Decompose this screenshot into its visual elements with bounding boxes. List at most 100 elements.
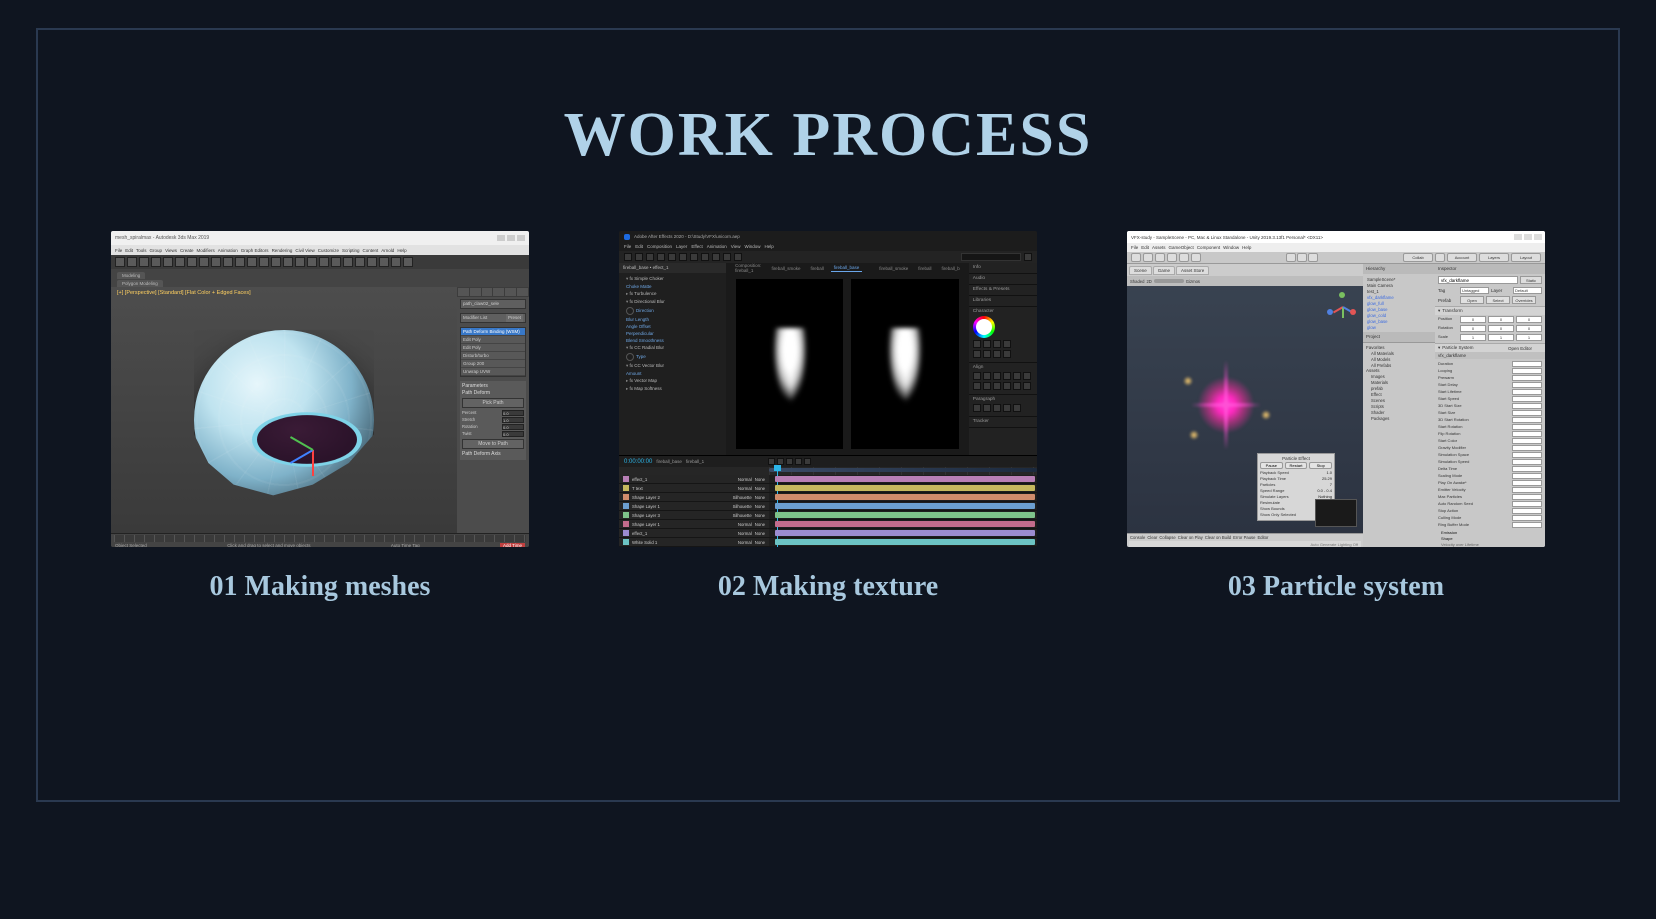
play-icon[interactable] xyxy=(768,458,775,465)
param-input[interactable] xyxy=(502,431,524,437)
move-to-path-button[interactable]: Move to Path xyxy=(462,439,524,449)
open-editor-button[interactable]: Open Editor xyxy=(1508,346,1542,351)
ps-property-input[interactable] xyxy=(1512,382,1542,388)
comp-tab[interactable]: fireball_b xyxy=(939,265,963,272)
ps-property-input[interactable] xyxy=(1512,424,1542,430)
menu-edit[interactable]: Edit xyxy=(125,248,133,253)
timeline-layer-row[interactable]: effect_1NormalNone xyxy=(619,529,1037,538)
char-icon[interactable] xyxy=(993,340,1001,348)
param-input[interactable] xyxy=(502,417,524,423)
ps-property-row[interactable]: Prewarm xyxy=(1438,374,1542,381)
tab-assetstore[interactable]: Asset Store xyxy=(1176,266,1209,275)
tool-icon[interactable] xyxy=(355,257,365,267)
ps-property-row[interactable]: Start Color xyxy=(1438,437,1542,444)
align-icon[interactable] xyxy=(1013,372,1021,380)
layer-mode[interactable]: Normal xyxy=(738,540,752,545)
tool-rotate-icon[interactable] xyxy=(1155,253,1165,262)
ps-property-row[interactable]: Duration xyxy=(1438,360,1542,367)
menu-effect[interactable]: Effect xyxy=(691,244,702,249)
scale-x-input[interactable]: 1 xyxy=(1460,334,1486,341)
align-icon[interactable] xyxy=(1023,382,1031,390)
tool-icon[interactable] xyxy=(723,253,731,261)
menu-modifiers[interactable]: Modifiers xyxy=(197,248,215,253)
timeline-tab[interactable]: fireball_1 xyxy=(686,459,704,464)
panel-align[interactable]: Align xyxy=(973,365,1033,370)
ps-property-input[interactable] xyxy=(1512,522,1542,528)
param-input[interactable] xyxy=(502,410,524,416)
timeline-layer-row[interactable]: Shape Layer 1SilhouetteNone xyxy=(619,502,1037,511)
menu-component[interactable]: Component xyxy=(1197,245,1220,250)
effect-item[interactable]: fx Simple Choker xyxy=(623,275,722,283)
inspector-label[interactable]: Inspector xyxy=(1435,264,1545,274)
menu-file[interactable]: File xyxy=(624,244,631,249)
param-input[interactable] xyxy=(502,424,524,430)
tool-icon[interactable] xyxy=(403,257,413,267)
add-key-button[interactable]: Add Time xyxy=(500,543,525,547)
tab-game[interactable]: Game xyxy=(1153,266,1175,275)
menu-help[interactable]: Help xyxy=(764,244,773,249)
effect-item[interactable]: fx Directional Blur xyxy=(623,298,722,306)
menu-layer[interactable]: Layer xyxy=(676,244,687,249)
project-tree[interactable]: Favorites All Materials All Models All P… xyxy=(1363,342,1435,547)
layer-mode[interactable]: Silhouette xyxy=(733,513,752,518)
char-icon[interactable] xyxy=(1003,350,1011,358)
ps-property-input[interactable] xyxy=(1512,452,1542,458)
ps-property-row[interactable]: Delta Time xyxy=(1438,465,1542,472)
console-collapse-button[interactable]: Collapse xyxy=(1159,535,1175,540)
layer-trackmatte[interactable]: None xyxy=(755,513,765,518)
tool-icon[interactable] xyxy=(151,257,161,267)
play-icon[interactable] xyxy=(804,458,811,465)
modifier-item[interactable]: Path Deform Binding (WSM) xyxy=(461,328,525,336)
panel-character[interactable]: Character xyxy=(973,309,1033,314)
effect-item[interactable]: fx CC Radial Blur xyxy=(623,344,722,352)
char-icon[interactable] xyxy=(973,350,981,358)
rotation-y-input[interactable]: 0 xyxy=(1488,325,1514,332)
ps-property-row[interactable]: Flip Rotation xyxy=(1438,430,1542,437)
comp-tab[interactable]: fireball_smoke xyxy=(768,265,803,272)
layer-bar[interactable] xyxy=(775,494,1035,500)
tool-icon[interactable] xyxy=(379,257,389,267)
ps-property-input[interactable] xyxy=(1512,501,1542,507)
ps-property-row[interactable]: Start Speed xyxy=(1438,395,1542,402)
max-ribbon-tabs[interactable]: Modeling xyxy=(111,269,529,279)
tool-icon[interactable] xyxy=(391,257,401,267)
tool-rect-icon[interactable] xyxy=(1179,253,1189,262)
composition-tabs[interactable]: Composition: fireball_1 fireball_smoke f… xyxy=(726,263,969,273)
cloud-icon[interactable] xyxy=(1435,253,1445,262)
console-clearonbuild-button[interactable]: Clear on Build xyxy=(1205,535,1231,540)
modifier-item[interactable]: Edit Poly xyxy=(461,344,525,352)
effect-prop[interactable]: Blend Smoothness xyxy=(623,337,722,344)
layer-mode[interactable]: Normal xyxy=(738,522,752,527)
tool-icon[interactable] xyxy=(712,253,720,261)
time-slider[interactable] xyxy=(114,535,526,542)
console-editor-dropdown[interactable]: Editor xyxy=(1257,535,1268,540)
menu-group[interactable]: Group xyxy=(150,248,163,253)
ribbon-subtab-polymodeling[interactable]: Polygon Modeling xyxy=(117,280,163,287)
ps-property-input[interactable] xyxy=(1512,473,1542,479)
layer-bar[interactable] xyxy=(775,503,1035,509)
rotation-z-input[interactable]: 0 xyxy=(1516,325,1542,332)
max-ribbon-subtabs[interactable]: Polygon Modeling xyxy=(111,279,529,287)
hierarchy-label[interactable]: Hierarchy xyxy=(1363,264,1435,274)
effect-prop[interactable]: Amount xyxy=(623,370,722,377)
char-icon[interactable] xyxy=(1003,340,1011,348)
ps-property-row[interactable]: Culling Mode xyxy=(1438,514,1542,521)
tool-icon[interactable] xyxy=(283,257,293,267)
menu-arnold[interactable]: Arnold xyxy=(381,248,394,253)
align-icon[interactable] xyxy=(1023,372,1031,380)
ps-property-input[interactable] xyxy=(1512,445,1542,451)
tool-icon[interactable] xyxy=(211,257,221,267)
dial-icon[interactable] xyxy=(626,307,634,315)
ps-property-row[interactable]: Start Rotation xyxy=(1438,423,1542,430)
layer-mode[interactable]: Normal xyxy=(738,477,752,482)
ps-property-row[interactable]: Looping xyxy=(1438,367,1542,374)
align-icon[interactable] xyxy=(993,372,1001,380)
align-icon[interactable] xyxy=(973,372,981,380)
menu-file[interactable]: File xyxy=(1131,245,1138,250)
menu-create[interactable]: Create xyxy=(180,248,194,253)
tool-icon[interactable] xyxy=(115,257,125,267)
ps-property-input[interactable] xyxy=(1512,368,1542,374)
particle-pause-button[interactable]: Pause xyxy=(1260,462,1283,469)
ps-property-input[interactable] xyxy=(1512,431,1542,437)
ps-property-input[interactable] xyxy=(1512,466,1542,472)
